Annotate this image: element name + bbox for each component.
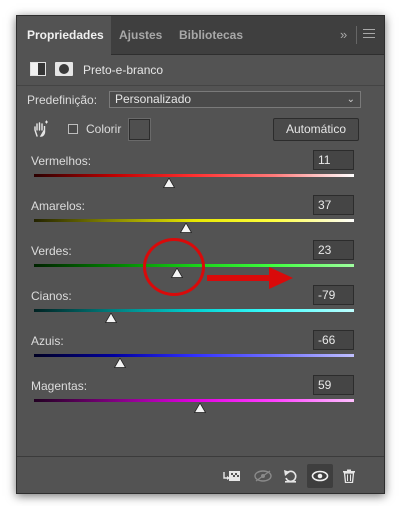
channel-gradient-track[interactable] <box>34 219 354 222</box>
channel-gradient-track[interactable] <box>34 399 354 402</box>
reset-icon[interactable] <box>283 469 299 483</box>
channel-label: Cianos: <box>31 289 72 303</box>
channel-label: Amarelos: <box>31 199 86 213</box>
colorize-label: Colorir <box>86 122 122 136</box>
tab-propriedades[interactable]: Propriedades <box>17 16 111 55</box>
chevron-down-icon: ⌄ <box>346 94 355 105</box>
clip-to-layer-icon[interactable] <box>223 469 240 483</box>
preset-dropdown[interactable]: Personalizado ⌄ <box>109 91 361 108</box>
channel-value-input[interactable]: -66 <box>313 330 354 350</box>
visibility-eye-icon[interactable] <box>307 464 333 488</box>
channel-value-input[interactable]: 59 <box>313 375 354 395</box>
colorize-checkbox[interactable] <box>68 124 78 134</box>
channel-gradient-track[interactable] <box>34 354 354 357</box>
tint-color-swatch[interactable] <box>128 118 151 141</box>
channel-gradient-track[interactable] <box>34 174 354 177</box>
tabbar-divider <box>356 26 357 44</box>
panel-tabbar: Propriedades Ajustes Bibliotecas » <box>17 16 384 55</box>
trash-icon[interactable] <box>342 469 358 484</box>
channel-value-input[interactable]: -79 <box>313 285 354 305</box>
highlight-circle <box>143 238 205 296</box>
channel-value-input[interactable]: 37 <box>313 195 354 215</box>
panel-bottom-toolbar <box>17 456 384 493</box>
channel-label: Verdes: <box>31 244 72 258</box>
tabs-overflow-button[interactable]: » <box>340 16 347 54</box>
adjustment-layer-icon[interactable] <box>30 62 46 76</box>
adjustment-title: Preto-e-branco <box>83 63 164 77</box>
channel-gradient-track[interactable] <box>34 309 354 312</box>
panel-menu-icon[interactable] <box>363 29 375 41</box>
channel-label: Azuis: <box>31 334 64 348</box>
channel-label: Magentas: <box>31 379 88 393</box>
tab-ajustes[interactable]: Ajustes <box>113 16 169 54</box>
channel-value-input[interactable]: 23 <box>313 240 354 260</box>
tab-bibliotecas[interactable]: Bibliotecas <box>173 16 251 54</box>
auto-button[interactable]: Automático <box>273 118 359 141</box>
channel-label: Vermelhos: <box>31 154 92 168</box>
adjustment-header: Preto-e-branco <box>17 55 384 86</box>
view-previous-icon[interactable] <box>253 469 272 483</box>
channel-value-input[interactable]: 11 <box>313 150 354 170</box>
targeted-adjust-hand-icon[interactable] <box>31 120 49 138</box>
properties-panel: Propriedades Ajustes Bibliotecas » Preto… <box>16 15 385 494</box>
red-arrow-icon <box>207 267 293 289</box>
preset-label: Predefinição: <box>27 93 98 107</box>
mask-icon[interactable] <box>55 62 73 76</box>
preset-value: Personalizado <box>115 92 192 106</box>
